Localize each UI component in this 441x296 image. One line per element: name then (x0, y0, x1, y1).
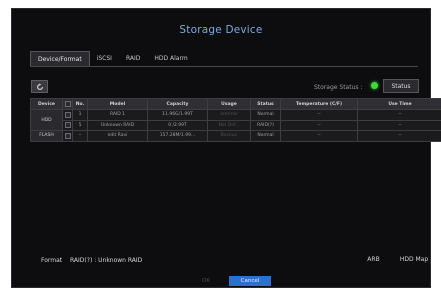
row-checkbox-cell[interactable] (62, 109, 73, 121)
cell-model: RAID 1 (87, 109, 148, 121)
col-no: No. (72, 98, 88, 110)
tab-raid[interactable]: RAID (119, 51, 147, 66)
table-row[interactable]: HDD 1 RAID 1 11.96G/1.99T Internal Norma… (30, 109, 441, 131)
format-button[interactable]: Format (41, 257, 62, 264)
cell-temperature: -- (280, 119, 358, 131)
raid-info-text: RAID(?) : Unknown RAID (70, 257, 143, 264)
cell-no: 5 (72, 119, 88, 131)
cell-capacity: 0 /2.99T (147, 119, 208, 131)
tab-iscsi[interactable]: iSCSI (90, 51, 119, 66)
cell-model: Unknown RAID (87, 119, 148, 131)
ok-button[interactable]: OK (195, 276, 217, 286)
tab-divider (30, 66, 418, 67)
cancel-button[interactable]: Cancel (229, 276, 271, 286)
cell-status: Normal (250, 130, 281, 142)
cell-temperature: -- (280, 109, 358, 121)
cell-use-time: -- (357, 130, 441, 142)
tab-bar: Device/Format iSCSI RAID HDD Alarm (30, 51, 195, 66)
select-all-checkbox[interactable] (64, 100, 71, 107)
status-button[interactable]: Status (383, 79, 419, 93)
storage-device-dialog: Storage Device Device/Format iSCSI RAID … (11, 8, 441, 288)
tab-device-format[interactable]: Device/Format (30, 51, 90, 66)
col-capacity: Capacity (147, 98, 208, 110)
device-cell-hdd: HDD (30, 109, 63, 131)
col-model: Model (87, 98, 148, 110)
cell-usage[interactable]: Backup (207, 130, 251, 142)
arb-button[interactable]: ARB (362, 252, 385, 268)
row-checkbox-cell[interactable] (62, 130, 73, 142)
cell-model: edit Ravi (87, 130, 148, 142)
refresh-icon (36, 82, 43, 90)
cell-status: Normal (250, 109, 281, 121)
device-cell-flash: FLASH (30, 130, 63, 142)
col-usage: Usage (207, 98, 251, 110)
storage-device-table: Device No. Model Capacity Usage Status T… (30, 98, 441, 142)
col-device: Device (30, 98, 63, 110)
cell-usage[interactable]: Not Def... (207, 119, 251, 131)
storage-status-indicator (371, 82, 378, 89)
cell-no: 1 (72, 109, 88, 121)
row-checkbox[interactable] (64, 122, 71, 128)
table-row[interactable]: 5 Unknown RAID 0 /2.99T Not Def... RAID(… (31, 119, 441, 131)
cell-use-time: -- (357, 119, 441, 131)
row-checkbox[interactable] (64, 132, 71, 139)
hdd-map-button[interactable]: HDD Map (396, 252, 432, 268)
cell-status: RAID(?) (250, 119, 281, 131)
row-checkbox[interactable] (64, 111, 71, 118)
cell-usage[interactable]: Internal (207, 109, 251, 121)
cell-no: -- (72, 130, 88, 142)
dialog-title: Storage Device (179, 24, 263, 36)
storage-status-label: Storage Status : (314, 84, 363, 91)
refresh-button[interactable] (31, 80, 48, 93)
col-use-time: Use Time (357, 98, 441, 110)
col-temperature: Temperature (C/F) (280, 98, 358, 110)
cell-temperature: -- (280, 130, 358, 142)
col-select-all[interactable] (62, 98, 73, 110)
col-status: Status (250, 98, 281, 110)
cell-capacity: 11.96G/1.99T (147, 109, 208, 121)
tab-hdd-alarm[interactable]: HDD Alarm (147, 51, 194, 66)
row-checkbox-cell[interactable] (62, 119, 73, 131)
cell-use-time: -- (357, 109, 441, 121)
table-row[interactable]: FLASH -- edit Ravi 157.28M/1.99... Backu… (30, 130, 441, 142)
table-header-row: Device No. Model Capacity Usage Status T… (30, 98, 441, 110)
cell-capacity: 157.28M/1.99... (147, 130, 208, 142)
